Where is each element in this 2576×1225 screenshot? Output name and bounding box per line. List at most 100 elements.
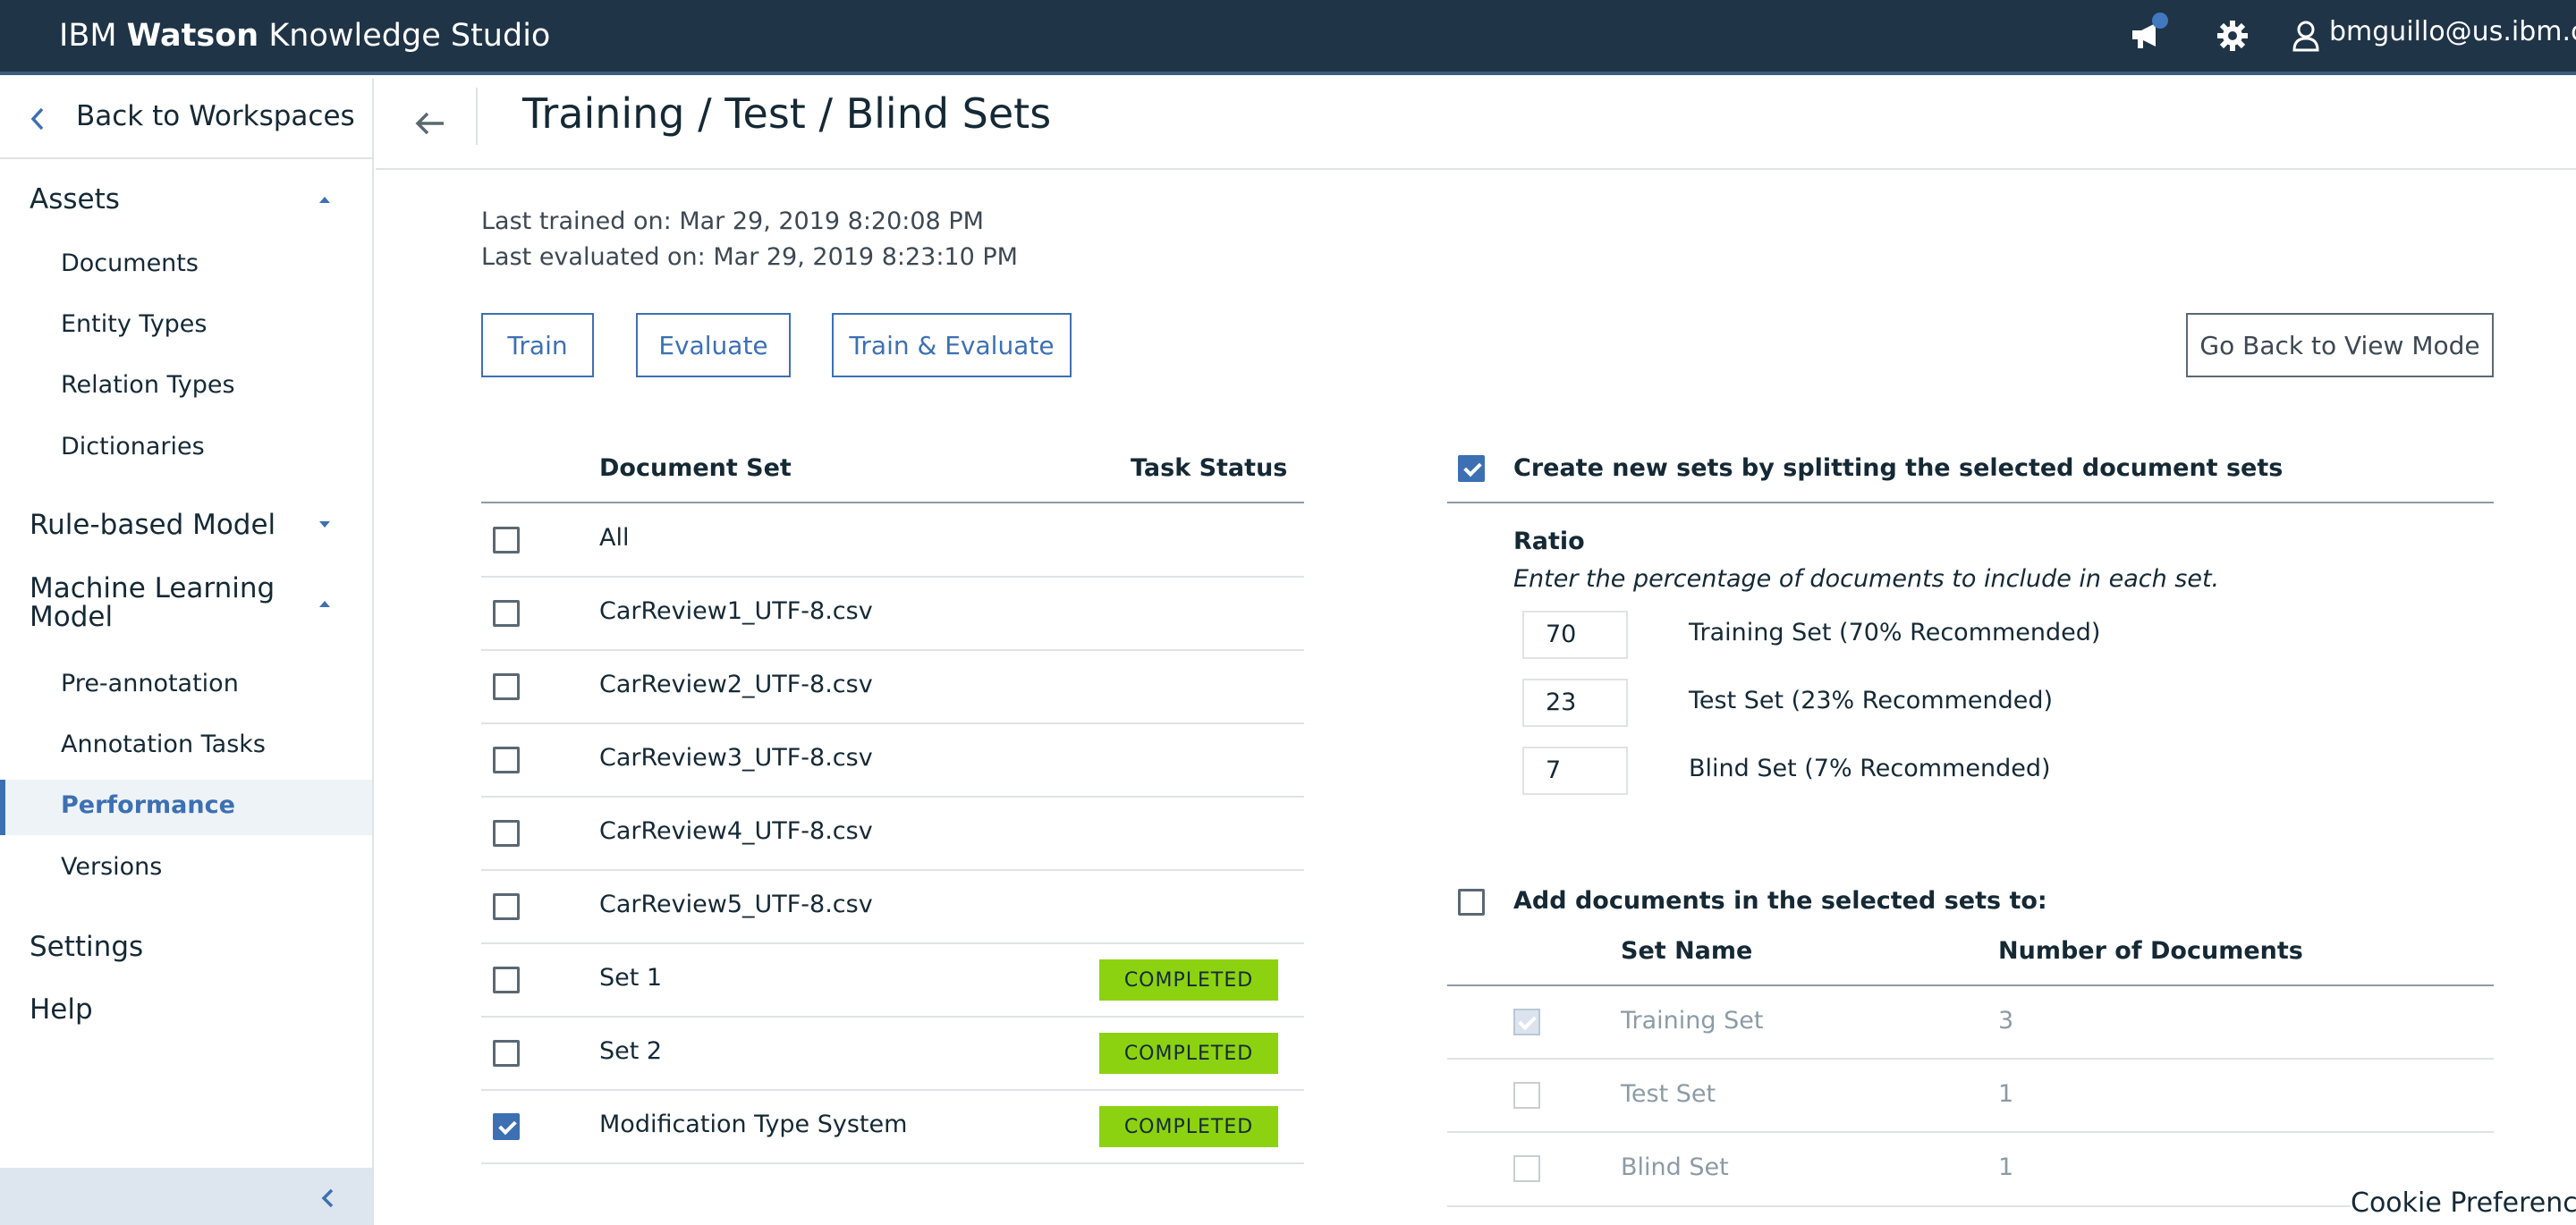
- document-count-cell: 3: [1998, 1007, 2014, 1035]
- arrow-left-icon[interactable]: [408, 98, 458, 148]
- nav-section-ml-line2: Model: [30, 601, 114, 633]
- row-divider: [481, 1162, 1304, 1164]
- ratio-heading: Ratio: [1513, 528, 1585, 555]
- row-checkbox[interactable]: [493, 820, 520, 847]
- row-divider: [481, 649, 1304, 651]
- top-bar: IBM Watson Knowledge Studio bmguillo@us.…: [0, 0, 2576, 75]
- training-ratio-label: Training Set (70% Recommended): [1689, 619, 2101, 646]
- row-divider: [481, 722, 1304, 724]
- set-name-cell: Test Set: [1621, 1080, 1716, 1108]
- nav-item-dictionaries[interactable]: Dictionaries: [61, 432, 205, 462]
- nav-section-assets[interactable]: Assets: [30, 182, 343, 216]
- caret-up-icon: [319, 601, 330, 607]
- set-name-cell: Training Set: [1621, 1007, 1764, 1035]
- page-header: Training / Test / Blind Sets: [376, 79, 2576, 170]
- gear-icon[interactable]: [2211, 14, 2254, 57]
- row-checkbox-checked[interactable]: [493, 1113, 520, 1140]
- brand-prefix: IBM: [59, 18, 117, 54]
- sidebar: Back to Workspaces Assets Documents Enti…: [0, 79, 374, 1225]
- test-set-checkbox[interactable]: [1513, 1082, 1540, 1109]
- nav-item-pre-annotation[interactable]: Pre-annotation: [61, 669, 239, 699]
- nav-section-assets-label: Assets: [30, 183, 120, 215]
- blind-set-checkbox[interactable]: [1513, 1155, 1540, 1182]
- table-row-label: Set 2: [599, 1037, 663, 1065]
- document-set-column-header: Document Set: [599, 454, 792, 482]
- nav-section-rule-based-label: Rule-based Model: [30, 509, 276, 541]
- add-docs-header-rule: [1447, 984, 2494, 986]
- row-checkbox[interactable]: [493, 893, 520, 920]
- nav-section-machine-learning-model[interactable]: Machine Learning Model: [30, 574, 343, 631]
- row-divider: [481, 796, 1304, 798]
- test-ratio-input[interactable]: 23: [1522, 679, 1628, 727]
- document-count-cell: 1: [1998, 1153, 2014, 1181]
- evaluate-button[interactable]: Evaluate: [636, 313, 791, 377]
- header-divider: [476, 88, 478, 145]
- megaphone-icon[interactable]: [2127, 13, 2170, 57]
- table-row-label: CarReview5_UTF-8.csv: [599, 891, 873, 918]
- nav-section-help[interactable]: Help: [30, 993, 93, 1026]
- training-set-checkbox[interactable]: [1513, 1009, 1540, 1035]
- train-evaluate-button[interactable]: Train & Evaluate: [832, 313, 1072, 377]
- row-checkbox-all[interactable]: [493, 527, 520, 553]
- split-sets-checkbox[interactable]: [1458, 455, 1485, 482]
- row-divider: [1447, 1205, 2351, 1207]
- table-row-label: Set 1: [599, 964, 663, 992]
- cookie-preferences-link[interactable]: Cookie Preferences: [2351, 1187, 2576, 1219]
- nav-item-performance[interactable]: Performance: [61, 790, 235, 821]
- row-divider: [481, 869, 1304, 871]
- add-documents-checkbox[interactable]: [1458, 889, 1485, 916]
- row-checkbox[interactable]: [493, 673, 520, 700]
- back-to-workspaces-label: Back to Workspaces: [76, 100, 355, 132]
- set-name-cell: Blind Set: [1621, 1153, 1729, 1181]
- table-row-label: CarReview1_UTF-8.csv: [599, 597, 873, 625]
- row-checkbox[interactable]: [493, 967, 520, 993]
- last-trained-text: Last trained on: Mar 29, 2019 8:20:08 PM: [481, 207, 984, 235]
- chevron-left-icon: [30, 107, 44, 131]
- row-divider: [481, 1016, 1304, 1018]
- ratio-description: Enter the percentage of documents to inc…: [1513, 565, 2220, 593]
- user-email[interactable]: bmguillo@us.ibm.com: [2329, 14, 2576, 50]
- nav-item-documents[interactable]: Documents: [61, 249, 199, 279]
- page-title: Training / Test / Blind Sets: [522, 89, 1052, 138]
- caret-down-icon: [319, 521, 330, 528]
- row-divider: [1447, 1131, 2494, 1133]
- back-to-workspaces-link[interactable]: Back to Workspaces: [0, 79, 372, 159]
- row-divider: [481, 576, 1304, 578]
- nav-section-settings[interactable]: Settings: [30, 930, 143, 964]
- nav-section-rule-based-model[interactable]: Rule-based Model: [30, 508, 343, 542]
- test-ratio-label: Test Set (23% Recommended): [1689, 687, 2054, 714]
- row-divider: [1447, 1058, 2494, 1060]
- caret-up-icon: [319, 197, 330, 203]
- chevron-left-icon: [321, 1188, 334, 1208]
- notification-dot: [2152, 13, 2168, 29]
- nav-item-versions[interactable]: Versions: [61, 852, 162, 883]
- document-count-cell: 1: [1998, 1080, 2014, 1108]
- training-ratio-input[interactable]: 70: [1522, 611, 1628, 659]
- blind-ratio-label: Blind Set (7% Recommended): [1689, 755, 2051, 782]
- last-evaluated-text: Last evaluated on: Mar 29, 2019 8:23:10 …: [481, 243, 1018, 271]
- nav-item-annotation-tasks[interactable]: Annotation Tasks: [61, 730, 266, 760]
- row-checkbox[interactable]: [493, 1040, 520, 1067]
- go-back-to-view-mode-button[interactable]: Go Back to View Mode: [2186, 313, 2494, 377]
- table-row-label: CarReview3_UTF-8.csv: [599, 744, 873, 772]
- nav-section-ml-line1: Machine Learning: [30, 572, 275, 604]
- number-of-documents-column-header: Number of Documents: [1998, 937, 2303, 965]
- row-checkbox[interactable]: [493, 600, 520, 627]
- user-icon[interactable]: [2284, 14, 2327, 57]
- add-documents-title: Add documents in the selected sets to:: [1513, 887, 2047, 915]
- nav-item-relation-types[interactable]: Relation Types: [61, 370, 235, 401]
- table-row-label: CarReview2_UTF-8.csv: [599, 671, 873, 698]
- table-row-label: All: [599, 524, 630, 552]
- row-divider: [481, 942, 1304, 944]
- status-badge: COMPLETED: [1099, 959, 1278, 1001]
- table-row-label: CarReview4_UTF-8.csv: [599, 817, 873, 845]
- brand-bold: Watson: [126, 18, 259, 54]
- blind-ratio-input[interactable]: 7: [1522, 747, 1628, 795]
- split-sets-title: Create new sets by splitting the selecte…: [1513, 454, 2284, 482]
- task-status-column-header: Task Status: [1131, 454, 1288, 482]
- split-header-rule: [1447, 502, 2494, 503]
- row-checkbox[interactable]: [493, 747, 520, 773]
- nav-item-entity-types[interactable]: Entity Types: [61, 309, 208, 340]
- train-button[interactable]: Train: [481, 313, 594, 377]
- sidebar-collapse-button[interactable]: [0, 1168, 372, 1225]
